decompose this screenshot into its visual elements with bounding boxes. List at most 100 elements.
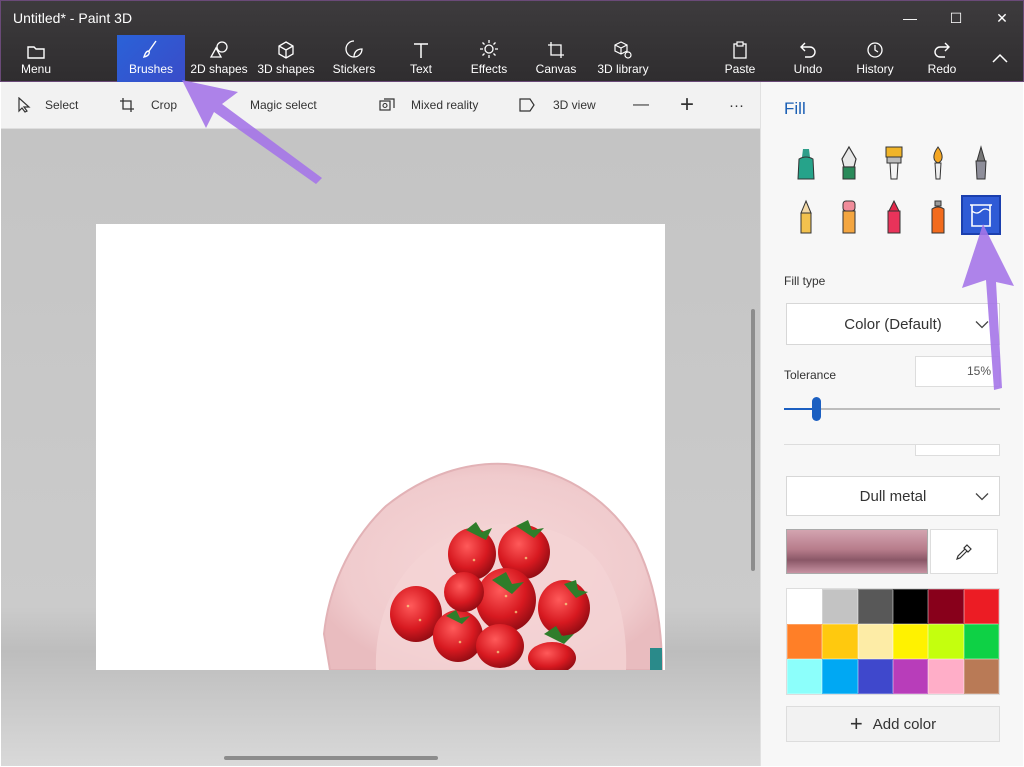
tab-2d-shapes[interactable]: 2D shapes: [189, 35, 249, 82]
color-swatch[interactable]: [892, 624, 929, 659]
add-color-button[interactable]: + Add color: [786, 706, 1000, 742]
color-swatch[interactable]: [963, 624, 999, 659]
marker-tool[interactable]: [786, 143, 826, 183]
text-icon: [412, 35, 430, 59]
undo-button[interactable]: Undo: [787, 35, 829, 82]
paste-button[interactable]: Paste: [719, 35, 761, 82]
tab-stickers[interactable]: Stickers: [329, 35, 379, 82]
select-tool[interactable]: Select: [17, 82, 78, 128]
color-swatch[interactable]: [822, 589, 858, 624]
color-palette: [786, 588, 1000, 695]
app-chrome: Untitled* - Paint 3D — ☐ ✕ Menu Brushes …: [0, 0, 1024, 82]
horizontal-scrollbar[interactable]: [224, 756, 438, 760]
current-color-swatch[interactable]: [786, 529, 928, 574]
canvas-workspace[interactable]: [1, 129, 760, 766]
chevron-up-icon: [992, 52, 1008, 66]
eraser-icon: [842, 200, 856, 234]
oil-brush-tool[interactable]: [874, 143, 914, 183]
3d-shapes-icon: [277, 35, 295, 59]
zoom-in-button[interactable]: +: [680, 82, 694, 128]
color-swatch[interactable]: [963, 589, 999, 624]
window-title: Untitled* - Paint 3D: [13, 10, 133, 26]
spray-can-tool[interactable]: [918, 197, 958, 237]
drawing-canvas[interactable]: [96, 224, 665, 670]
color-swatch[interactable]: [822, 624, 858, 659]
menu-button[interactable]: Menu: [11, 35, 61, 82]
undo-icon: [799, 35, 817, 59]
crayon-tool[interactable]: [874, 197, 914, 237]
tab-3d-shapes[interactable]: 3D shapes: [255, 35, 317, 82]
3d-view-tool[interactable]: 3D view: [519, 82, 596, 128]
panel-title: Fill: [784, 99, 806, 118]
color-swatch[interactable]: [928, 624, 964, 659]
maximize-button[interactable]: ☐: [933, 1, 979, 35]
zoom-out-button[interactable]: —: [633, 82, 649, 128]
crop-label: Crop: [151, 98, 178, 112]
folder-icon: [27, 35, 45, 59]
2d-shapes-icon: [209, 35, 229, 59]
plus-icon: +: [849, 711, 863, 736]
3d-view-label: 3D view: [553, 98, 596, 112]
vertical-scrollbar[interactable]: [751, 309, 755, 571]
cursor-icon: [17, 97, 31, 113]
tab-text[interactable]: Text: [401, 35, 441, 82]
fill-bucket-tool[interactable]: [961, 195, 1001, 235]
color-swatch[interactable]: [787, 659, 823, 694]
color-swatch[interactable]: [787, 624, 823, 659]
fill-panel: Fill Fill type Color (Default) Tolerance…: [760, 82, 1023, 766]
tab-effects[interactable]: Effects: [465, 35, 513, 82]
color-swatch[interactable]: [963, 659, 999, 694]
add-color-label: Add color: [872, 715, 937, 733]
color-swatch[interactable]: [892, 659, 929, 694]
history-icon: [866, 35, 884, 59]
chevron-down-icon: [975, 488, 989, 505]
minimize-button[interactable]: —: [887, 1, 933, 35]
color-swatch[interactable]: [857, 659, 893, 694]
close-button[interactable]: ✕: [979, 1, 1024, 35]
redo-icon: [933, 35, 951, 59]
mixed-reality-tool[interactable]: Mixed reality: [379, 82, 478, 128]
color-swatch[interactable]: [857, 589, 893, 624]
tab-label: 2D shapes: [190, 62, 248, 76]
calligraphy-pen-tool[interactable]: [829, 143, 869, 183]
crop-tool[interactable]: Crop: [119, 82, 177, 128]
material-dropdown[interactable]: Dull metal: [786, 476, 1000, 516]
color-swatch[interactable]: [892, 589, 929, 624]
collapsed-setting-row: [784, 444, 1000, 456]
pixel-pen-tool[interactable]: [961, 143, 1001, 183]
history-button[interactable]: History: [851, 35, 899, 82]
title-bar: Untitled* - Paint 3D — ☐ ✕: [1, 1, 1023, 35]
tab-label: Text: [409, 62, 432, 76]
tolerance-slider-thumb[interactable]: [812, 397, 822, 421]
tolerance-input[interactable]: 15%: [915, 356, 1000, 387]
eyedropper-icon: [956, 543, 972, 560]
watercolor-icon: [933, 146, 943, 180]
oil-brush-icon: [885, 146, 903, 180]
tolerance-label: Tolerance: [784, 368, 837, 382]
magic-select-tool[interactable]: Magic select: [250, 82, 317, 128]
color-swatch[interactable]: [928, 659, 964, 694]
color-swatch[interactable]: [822, 659, 858, 694]
collapse-ribbon-button[interactable]: [985, 35, 1015, 82]
paste-icon: [732, 35, 748, 59]
color-swatch[interactable]: [928, 589, 964, 624]
marker-icon: [797, 149, 815, 180]
stickers-icon: [344, 35, 364, 59]
color-swatch[interactable]: [787, 589, 823, 624]
tab-label: Stickers: [332, 62, 376, 76]
eraser-tool[interactable]: [829, 197, 869, 237]
color-swatch[interactable]: [857, 624, 893, 659]
eyedropper-button[interactable]: [930, 529, 998, 574]
fill-type-dropdown[interactable]: Color (Default): [786, 303, 1000, 345]
redo-button[interactable]: Redo: [921, 35, 963, 82]
watercolor-tool[interactable]: [918, 143, 958, 183]
crayon-icon: [887, 199, 901, 234]
tab-3d-library[interactable]: 3D library: [595, 35, 651, 82]
pixel-pen-icon: [975, 145, 987, 180]
canvas-icon: [547, 35, 565, 59]
tab-canvas[interactable]: Canvas: [533, 35, 579, 82]
pencil-tool[interactable]: [786, 197, 826, 237]
tab-brushes[interactable]: Brushes: [117, 35, 185, 82]
more-options-button[interactable]: ···: [729, 82, 744, 128]
tolerance-slider[interactable]: [784, 397, 1000, 421]
